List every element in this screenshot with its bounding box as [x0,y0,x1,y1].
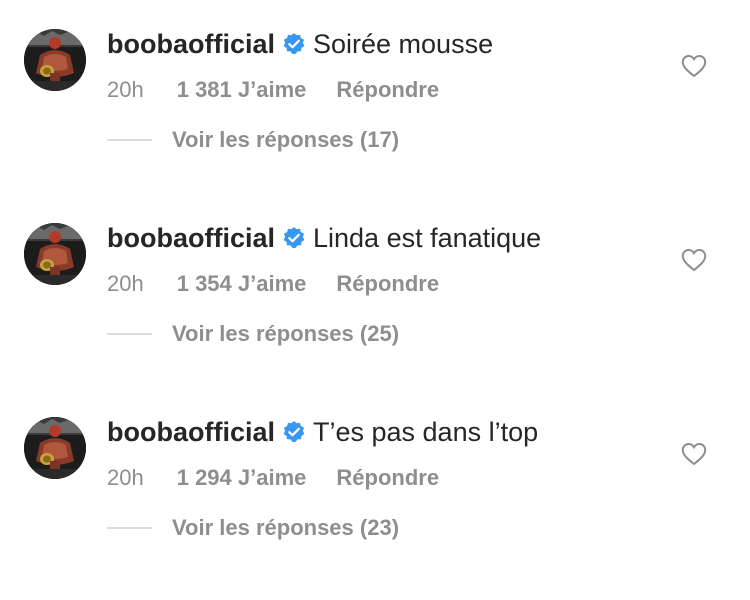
comment-text: T’es pas dans l’top [313,416,539,447]
avatar-image [24,223,86,285]
comment-likes[interactable]: 1 354 J’aime [177,271,307,297]
view-replies-button[interactable]: Voir les réponses (23) [107,511,399,545]
comment-likes[interactable]: 1 381 J’aime [177,77,307,103]
replies-divider [107,139,152,141]
heart-icon[interactable] [681,248,707,272]
reply-button[interactable]: Répondre [336,271,439,297]
replies-divider [107,527,152,529]
replies-divider [107,333,152,335]
view-replies-button[interactable]: Voir les réponses (17) [107,123,399,157]
comment-username[interactable]: boobaofficial [107,417,275,448]
reply-button[interactable]: Répondre [336,77,439,103]
comment-item: boobaofficial Linda est fanatique 20h 1 … [0,194,750,388]
comment-header: boobaofficial Soirée mousse [107,24,493,64]
avatar[interactable] [24,417,86,479]
comment-item: boobaofficial T’es pas dans l’top 20h 1 … [0,388,750,582]
view-replies-label: Voir les réponses (25) [172,321,400,346]
view-replies-label: Voir les réponses (17) [172,127,400,152]
comment-meta: 20h 1 354 J’aime Répondre [107,268,439,300]
comment-item: boobaofficial Soirée mousse 20h 1 381 J’… [0,0,750,194]
avatar[interactable] [24,29,86,91]
view-replies-label: Voir les réponses (23) [172,515,400,540]
verified-badge-icon [282,420,306,444]
comment-time: 20h [107,77,144,102]
comment-header: boobaofficial Linda est fanatique [107,218,541,258]
avatar-image [24,29,86,91]
heart-icon[interactable] [681,54,707,78]
comment-time: 20h [107,465,144,490]
avatar[interactable] [24,223,86,285]
comment-likes[interactable]: 1 294 J’aime [177,465,307,491]
comment-text: Linda est fanatique [313,222,542,253]
heart-icon[interactable] [681,442,707,466]
verified-badge-icon [282,32,306,56]
comment-username[interactable]: boobaofficial [107,29,275,60]
comment-meta: 20h 1 294 J’aime Répondre [107,462,439,494]
comment-text: Soirée mousse [313,28,494,59]
comments-list: boobaofficial Soirée mousse 20h 1 381 J’… [0,0,750,600]
comment-username[interactable]: boobaofficial [107,223,275,254]
view-replies-button[interactable]: Voir les réponses (25) [107,317,399,351]
comment-meta: 20h 1 381 J’aime Répondre [107,74,439,106]
verified-badge-icon [282,226,306,250]
comment-header: boobaofficial T’es pas dans l’top [107,412,538,452]
avatar-image [24,417,86,479]
reply-button[interactable]: Répondre [336,465,439,491]
comment-time: 20h [107,271,144,296]
